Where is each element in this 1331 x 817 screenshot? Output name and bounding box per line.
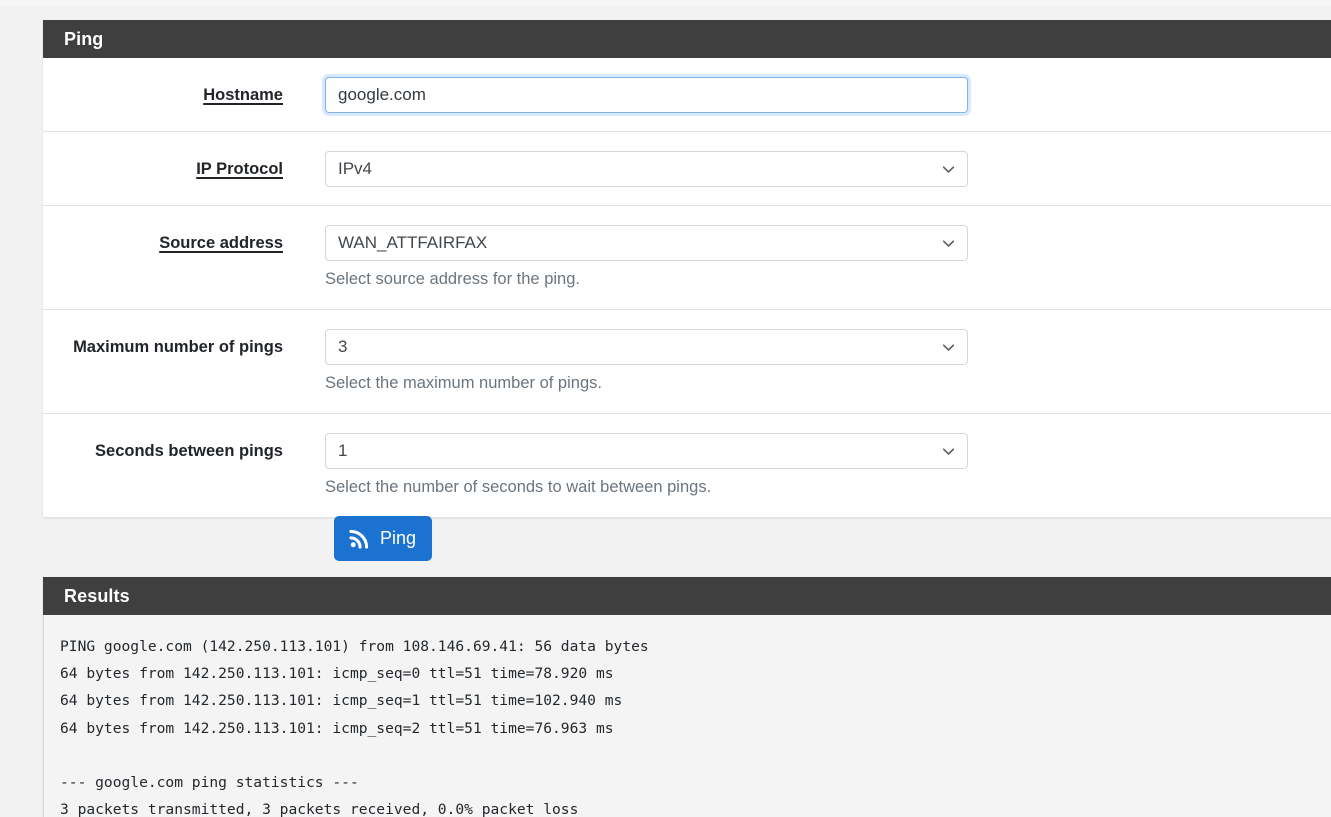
hostname-label-text: Hostname xyxy=(203,86,283,104)
source-address-label-text: Source address xyxy=(159,234,283,252)
form-row-ip-protocol: IP Protocol IPv4 xyxy=(43,132,1331,206)
hostname-input[interactable] xyxy=(325,77,968,113)
source-address-select-value: WAN_ATTFAIRFAX xyxy=(325,225,968,261)
maximum-number-of-pings-select[interactable]: 3 xyxy=(325,329,968,365)
page-top-strip xyxy=(0,0,1331,6)
seconds-between-pings-label: Seconds between pings xyxy=(43,433,283,463)
ping-button-label: Ping xyxy=(380,528,417,548)
results-output-container[interactable]: PING google.com (142.250.113.101) from 1… xyxy=(43,615,1331,817)
seconds-between-pings-field: 1 Select the number of seconds to wait be… xyxy=(325,433,968,499)
hostname-field xyxy=(325,77,968,113)
ping-output-text: PING google.com (142.250.113.101) from 1… xyxy=(60,638,649,817)
ping-diagnostics-page: Ping Hostname IP Protocol IPv4 Source addre… xyxy=(0,0,1331,817)
ip-protocol-label-text: IP Protocol xyxy=(196,160,283,178)
maximum-number-of-pings-field: 3 Select the maximum number of pings. xyxy=(325,329,968,395)
results-panel-title: Results xyxy=(43,577,1331,615)
seconds-between-pings-select[interactable]: 1 xyxy=(325,433,968,469)
signal-wave-icon xyxy=(348,527,371,550)
source-address-help-text: Select source address for the ping. xyxy=(325,270,580,288)
results-panel: Results PING google.com (142.250.113.101… xyxy=(43,577,1331,817)
maximum-number-of-pings-label-text: Maximum number of pings xyxy=(73,338,283,356)
form-row-maximum-number-of-pings: Maximum number of pings 3 Select the maxim… xyxy=(43,310,1331,414)
hostname-label: Hostname xyxy=(43,77,283,107)
form-row-source-address: Source address WAN_ATTFAIRFAX Select sourc… xyxy=(43,206,1331,310)
ping-button[interactable]: Ping xyxy=(334,516,433,561)
ping-form: Hostname IP Protocol IPv4 Source address WAN… xyxy=(43,58,1331,517)
maximum-number-of-pings-select-value: 3 xyxy=(325,329,968,365)
maximum-number-of-pings-label: Maximum number of pings xyxy=(43,329,283,359)
seconds-between-pings-help-text: Select the number of seconds to wait bet… xyxy=(325,478,712,496)
ping-panel: Ping Hostname IP Protocol IPv4 Source addre… xyxy=(43,20,1331,517)
ip-protocol-select[interactable]: IPv4 xyxy=(325,151,968,187)
form-row-hostname: Hostname xyxy=(43,58,1331,132)
source-address-label: Source address xyxy=(43,225,283,255)
seconds-between-pings-label-text: Seconds between pings xyxy=(95,442,283,460)
form-row-seconds-between-pings: Seconds between pings 1 Select the number … xyxy=(43,414,1331,517)
maximum-number-of-pings-help-text: Select the maximum number of pings. xyxy=(325,374,602,392)
ip-protocol-label: IP Protocol xyxy=(43,151,283,181)
source-address-select[interactable]: WAN_ATTFAIRFAX xyxy=(325,225,968,261)
seconds-between-pings-select-value: 1 xyxy=(325,433,968,469)
ping-panel-title: Ping xyxy=(43,20,1331,58)
ip-protocol-field: IPv4 xyxy=(325,151,968,187)
ip-protocol-select-value: IPv4 xyxy=(325,151,968,187)
source-address-field: WAN_ATTFAIRFAX Select source address for … xyxy=(325,225,968,291)
